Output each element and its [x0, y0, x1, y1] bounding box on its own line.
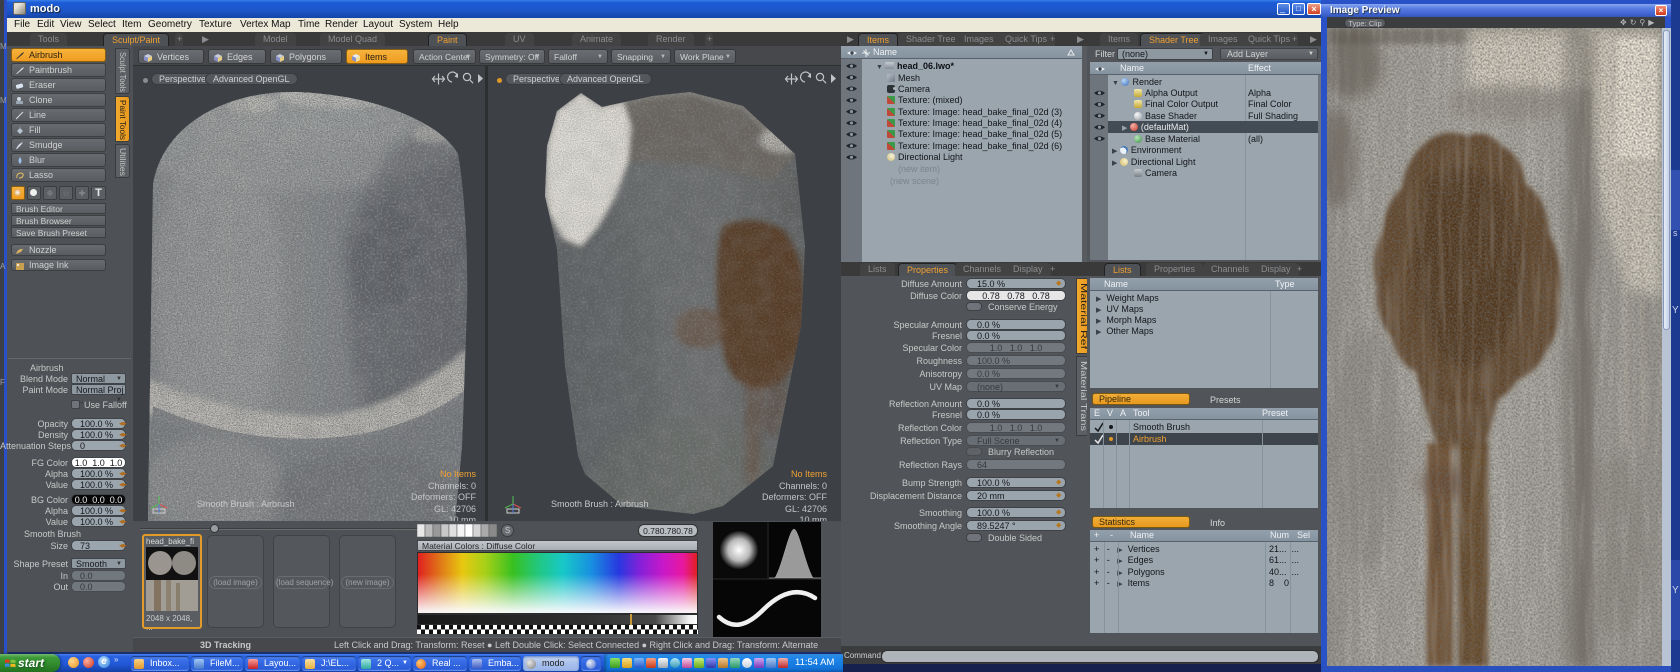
svg-text:Sculpt Tools: Sculpt Tools [118, 52, 127, 92]
svg-text:Paint Tools: Paint Tools [118, 100, 127, 140]
svg-text:Utilities: Utilities [118, 148, 127, 176]
